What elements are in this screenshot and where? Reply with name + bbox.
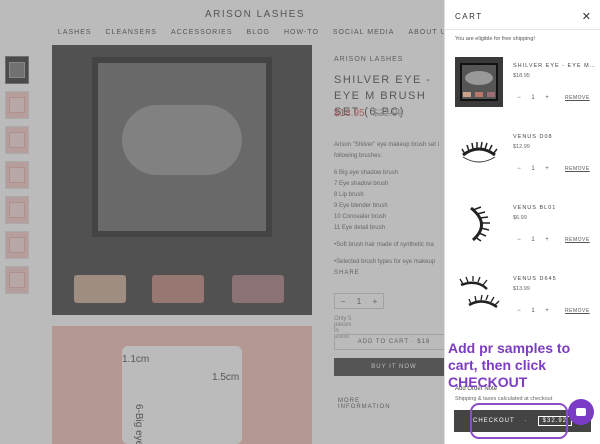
remove-item-link[interactable]: REMOVE — [565, 308, 590, 314]
item-thumbnail[interactable] — [455, 128, 503, 178]
minus-icon[interactable]: − — [513, 166, 525, 172]
brush-set-icon — [460, 63, 498, 101]
item-quantity-stepper: − 1 + — [513, 304, 553, 318]
quantity-value[interactable]: 1 — [527, 95, 539, 101]
shipping-taxes-note: Shipping & taxes calculated at checkout — [455, 396, 553, 402]
checkout-highlight — [470, 403, 568, 439]
minus-icon[interactable]: − — [513, 95, 525, 101]
quantity-value[interactable]: 1 — [527, 166, 539, 172]
remove-item-link[interactable]: REMOVE — [565, 166, 590, 172]
item-price: $13.99 — [513, 286, 530, 292]
item-quantity-stepper: − 1 + — [513, 91, 553, 105]
remove-item-link[interactable]: REMOVE — [565, 237, 590, 243]
item-name[interactable]: VENUS D645 — [513, 276, 597, 282]
item-quantity-stepper: − 1 + — [513, 233, 553, 247]
eyelash-icon — [459, 276, 500, 309]
instruction-hint: Add pr samples to cart, then click CHECK… — [448, 340, 571, 390]
item-thumbnail[interactable] — [455, 199, 503, 249]
cart-item: SHILVER EYE - EYE MA... $18.95 − 1 + REM… — [445, 57, 600, 127]
cart-items: SHILVER EYE - EYE MA... $18.95 − 1 + REM… — [445, 57, 600, 341]
plus-icon[interactable]: + — [541, 308, 553, 314]
plus-icon[interactable]: + — [541, 166, 553, 172]
cart-item: VENUS D645 $13.99 − 1 + REMOVE — [445, 270, 600, 340]
free-shipping-message: You are eligible for free shipping! — [455, 36, 535, 42]
plus-icon[interactable]: + — [541, 237, 553, 243]
item-price: $6.99 — [513, 215, 527, 221]
item-name[interactable]: VENUS D08 — [513, 134, 597, 140]
item-thumbnail[interactable] — [455, 270, 503, 320]
item-quantity-stepper: − 1 + — [513, 162, 553, 176]
close-icon[interactable]: ✕ — [582, 10, 591, 23]
divider — [445, 29, 600, 30]
item-thumbnail[interactable] — [455, 57, 503, 107]
eyelash-icon — [461, 141, 498, 163]
quantity-value[interactable]: 1 — [527, 237, 539, 243]
page-overlay[interactable] — [0, 0, 444, 444]
eyelash-icon — [470, 206, 490, 242]
cart-title: CART — [455, 12, 483, 21]
item-price: $12.99 — [513, 144, 530, 150]
cart-item: VENUS BL01 $6.99 − 1 + REMOVE — [445, 199, 600, 269]
quantity-value[interactable]: 1 — [527, 308, 539, 314]
item-price: $18.95 — [513, 73, 530, 79]
item-name[interactable]: VENUS BL01 — [513, 205, 597, 211]
item-name[interactable]: SHILVER EYE - EYE MA... — [513, 63, 597, 69]
chat-widget-button[interactable] — [568, 399, 594, 425]
chat-bubble-icon — [576, 408, 586, 416]
cart-item: VENUS D08 $12.99 − 1 + REMOVE — [445, 128, 600, 198]
plus-icon[interactable]: + — [541, 95, 553, 101]
remove-item-link[interactable]: REMOVE — [565, 95, 590, 101]
minus-icon[interactable]: − — [513, 308, 525, 314]
minus-icon[interactable]: − — [513, 237, 525, 243]
